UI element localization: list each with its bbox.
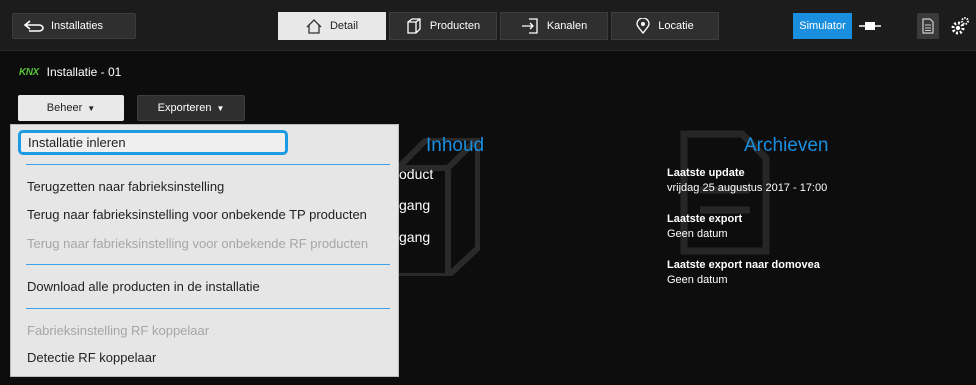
menu-item-reset-onbekende-rf: Terug naar fabrieksinstelling voor onbek… xyxy=(27,236,369,251)
menu-divider xyxy=(26,264,390,265)
back-to-installations-button[interactable]: Installaties xyxy=(12,13,136,39)
inhoud-item: gang xyxy=(399,229,431,245)
caret-down-icon: ▼ xyxy=(216,103,225,113)
tab-locatie-label: Locatie xyxy=(658,20,694,32)
menu-item-terugzetten-fabrieksinstelling[interactable]: Terugzetten naar fabrieksinstelling xyxy=(27,179,224,194)
menu-divider xyxy=(26,308,390,309)
tab-detail[interactable]: Detail xyxy=(278,12,386,40)
simulator-button[interactable]: Simulator xyxy=(793,13,852,39)
location-pin-icon xyxy=(636,18,650,34)
menu-item-reset-onbekende-tp[interactable]: Terug naar fabrieksinstelling voor onbek… xyxy=(27,207,367,222)
knx-logo: KNX xyxy=(19,66,39,78)
exporteren-dropdown-button[interactable]: Exporteren ▼ xyxy=(137,95,245,121)
home-icon xyxy=(306,18,322,34)
caret-down-icon: ▼ xyxy=(87,103,96,113)
last-export-value: Geen datum xyxy=(667,228,728,240)
tab-kanalen[interactable]: Kanalen xyxy=(500,12,608,40)
inhoud-item: gang xyxy=(399,197,431,213)
beheer-dropdown-menu: Installatie inleren Terugzetten naar fab… xyxy=(10,124,399,377)
back-arrow-icon xyxy=(23,20,45,32)
menu-divider xyxy=(26,164,390,165)
last-update-label: Laatste update xyxy=(667,167,745,179)
tab-producten-label: Producten xyxy=(429,20,481,32)
top-bar: Installaties Detail Producten Kanalen Lo… xyxy=(0,0,976,51)
tab-detail-label: Detail xyxy=(329,20,359,32)
last-export-label: Laatste export xyxy=(667,213,743,225)
document-icon[interactable] xyxy=(917,13,939,39)
archieven-heading: Archieven xyxy=(744,135,829,156)
last-export-domovea-value: Geen datum xyxy=(667,274,728,286)
channel-icon xyxy=(521,18,539,34)
connection-plug-icon[interactable] xyxy=(858,16,882,36)
beheer-label: Beheer xyxy=(46,102,83,114)
menu-item-installatie-inleren[interactable]: Installatie inleren xyxy=(18,130,288,155)
back-label: Installaties xyxy=(51,20,103,32)
exporteren-label: Exporteren xyxy=(157,102,212,114)
menu-item-download-alle-producten[interactable]: Download alle producten in de installati… xyxy=(27,279,260,294)
menu-item-fabrieksinstelling-rf-koppelaar: Fabrieksinstelling RF koppelaar xyxy=(27,323,210,338)
tab-producten[interactable]: Producten xyxy=(389,12,497,40)
cube-icon xyxy=(406,18,422,34)
last-update-value: vrijdag 25 augustus 2017 - 17:00 xyxy=(667,182,828,194)
tab-locatie[interactable]: Locatie xyxy=(611,12,719,40)
beheer-dropdown-button[interactable]: Beheer ▼ xyxy=(18,95,124,121)
gear-icon[interactable] xyxy=(948,14,972,38)
tab-kanalen-label: Kanalen xyxy=(546,20,588,32)
menu-item-detectie-rf-koppelaar[interactable]: Detectie RF koppelaar xyxy=(27,350,156,365)
inhoud-heading: Inhoud xyxy=(426,135,485,156)
installation-header: KNX Installatie - 01 xyxy=(19,65,121,79)
inhoud-item: oduct xyxy=(399,166,434,182)
last-export-domovea-label: Laatste export naar domovea xyxy=(667,259,820,271)
installation-title: Installatie - 01 xyxy=(46,65,122,79)
